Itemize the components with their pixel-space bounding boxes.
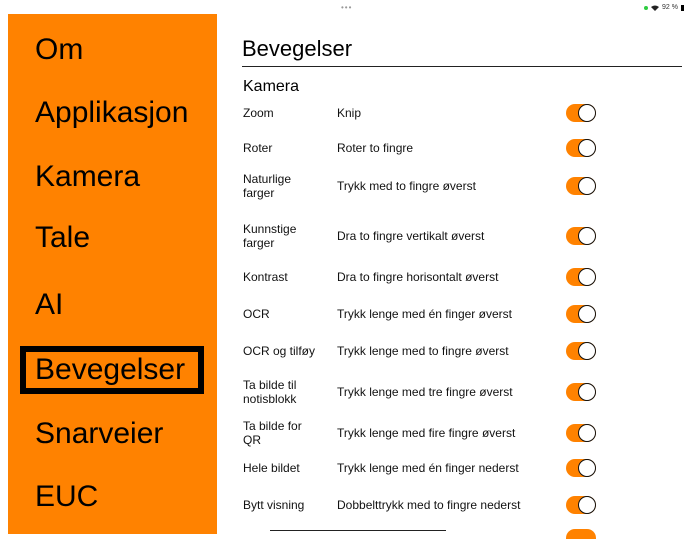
row-gesture: Trykk lenge med to fingre øverst xyxy=(337,344,509,358)
sidebar-item-euc[interactable]: EUC xyxy=(35,479,98,515)
toggle-knob xyxy=(578,459,596,477)
kontrast-toggle[interactable] xyxy=(566,268,596,286)
toggle-knob xyxy=(578,139,596,157)
ta-bilde-qr-toggle[interactable] xyxy=(566,424,596,442)
roter-toggle[interactable] xyxy=(566,139,596,157)
row-gesture: Roter to fingre xyxy=(337,141,414,155)
next-row-toggle[interactable] xyxy=(566,529,596,539)
row-gesture: Knip xyxy=(337,106,362,120)
row-label: Roter xyxy=(243,141,273,155)
gesture-row: Ta bilde til notisblokk Trykk lenge med … xyxy=(230,377,690,407)
sidebar-item-snarveier[interactable]: Snarveier xyxy=(35,416,163,452)
status-date: fre. 14. mars xyxy=(23,4,63,11)
sidebar-item-applikasjon[interactable]: Applikasjon xyxy=(35,95,188,131)
gesture-row: Ta bilde for QR Trykk lenge med fire fin… xyxy=(230,418,690,448)
sidebar: Om Applikasjon Kamera Tale AI Bevegelser… xyxy=(8,14,217,534)
row-gesture: Trykk lenge med én finger nederst xyxy=(337,461,519,475)
row-gesture: Dobbelttrykk med to fingre nederst xyxy=(337,498,521,512)
row-gesture: Trykk med to fingre øverst xyxy=(337,179,476,193)
ocr-toggle[interactable] xyxy=(566,305,596,323)
toggle-knob xyxy=(578,104,596,122)
gesture-row: Naturlige farger Trykk med to fingre øve… xyxy=(230,171,690,201)
row-gesture: Trykk lenge med fire fingre øverst xyxy=(337,426,516,440)
gesture-row: Bytt visning Dobbelttrykk med to fingre … xyxy=(230,490,690,520)
page-title: Bevegelser xyxy=(242,36,353,61)
row-label: Ta bilde til notisblokk xyxy=(243,378,297,406)
toggle-knob xyxy=(578,496,596,514)
hele-bildet-toggle[interactable] xyxy=(566,459,596,477)
status-clock: 14:04 xyxy=(4,4,22,11)
toggle-knob xyxy=(578,383,596,401)
row-gesture: Dra to fingre vertikalt øverst xyxy=(337,229,485,243)
gesture-row: Kunnstige farger Dra to fingre vertikalt… xyxy=(230,221,690,251)
gesture-row: Hele bildet Trykk lenge med én finger ne… xyxy=(230,453,690,483)
zoom-toggle[interactable] xyxy=(566,104,596,122)
next-row-divider xyxy=(270,530,446,531)
gesture-row: OCR og tilføy Trykk lenge med to fingre … xyxy=(230,336,690,366)
gesture-row: OCR Trykk lenge med én finger øverst xyxy=(230,299,690,329)
row-gesture: Dra to fingre horisontalt øverst xyxy=(337,270,499,284)
row-label: Hele bildet xyxy=(243,461,300,475)
bytt-visning-toggle[interactable] xyxy=(566,496,596,514)
toggle-knob xyxy=(578,227,596,245)
sidebar-item-ai[interactable]: AI xyxy=(35,287,63,323)
row-label: Zoom xyxy=(243,106,274,120)
row-label: Kontrast xyxy=(243,270,288,284)
toggle-knob xyxy=(578,177,596,195)
ta-bilde-notisblokk-toggle[interactable] xyxy=(566,383,596,401)
gesture-row: Zoom Knip xyxy=(230,98,690,128)
toggle-knob xyxy=(578,305,596,323)
kunnstige-farger-toggle[interactable] xyxy=(566,227,596,245)
naturlige-farger-toggle[interactable] xyxy=(566,177,596,195)
sidebar-item-tale[interactable]: Tale xyxy=(35,220,90,256)
section-title-kamera: Kamera xyxy=(243,78,300,95)
row-label: Naturlige farger xyxy=(243,172,292,200)
gesture-row: Kontrast Dra to fingre horisontalt øvers… xyxy=(230,262,690,292)
ocr-og-tilfoy-toggle[interactable] xyxy=(566,342,596,360)
title-divider xyxy=(242,66,682,67)
sidebar-item-kamera[interactable]: Kamera xyxy=(35,159,140,195)
toggle-knob xyxy=(578,342,596,360)
sidebar-item-om[interactable]: Om xyxy=(35,32,83,68)
toggle-knob xyxy=(578,424,596,442)
row-label: OCR xyxy=(243,307,270,321)
gesture-row: Roter Roter to fingre xyxy=(230,133,690,163)
row-gesture: Trykk lenge med tre fingre øverst xyxy=(337,385,513,399)
row-label: Ta bilde for QR xyxy=(243,419,302,447)
row-label: Bytt visning xyxy=(243,498,305,512)
row-gesture: Trykk lenge med én finger øverst xyxy=(337,307,512,321)
row-label: Kunnstige farger xyxy=(243,222,297,250)
main-panel: Bevegelser Kamera Zoom Knip Roter Roter … xyxy=(230,0,690,539)
status-time: 14:04 fre. 14. mars xyxy=(4,4,63,11)
row-label: OCR og tilføy xyxy=(243,344,316,358)
sidebar-item-bevegelser[interactable]: Bevegelser xyxy=(20,346,204,394)
toggle-knob xyxy=(578,268,596,286)
